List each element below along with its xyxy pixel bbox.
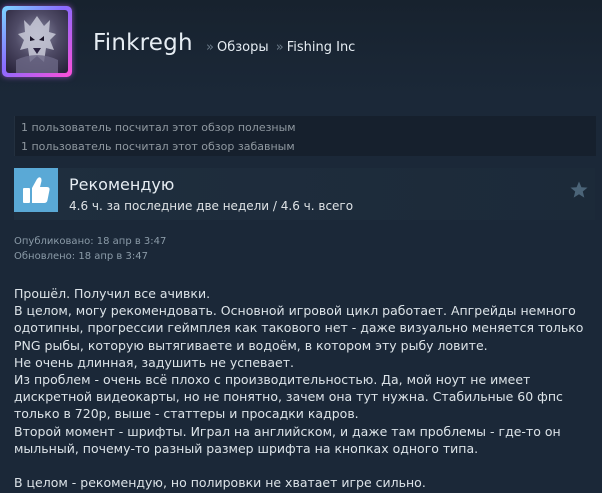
- review-paragraph: В целом, могу рекомендовать. Основной иг…: [14, 303, 584, 353]
- helpful-count-text: 1 пользователь посчитал этот обзор полез…: [21, 121, 296, 134]
- breadcrumb-separator: »: [206, 40, 214, 55]
- review-paragraph: Прошёл. Получил все ачивки.: [14, 286, 211, 301]
- helpful-votes-box: 1 пользователь посчитал этот обзор полез…: [14, 116, 596, 156]
- recommendation-header: Рекомендую 4.6 ч. за последние две недел…: [14, 168, 595, 220]
- breadcrumb: » Обзоры » Fishing Inc: [203, 40, 355, 55]
- funny-count-text: 1 пользователь посчитал этот обзор забав…: [21, 140, 295, 153]
- published-date: Опубликовано: 18 апр в 3:47: [14, 236, 167, 247]
- breadcrumb-game-link[interactable]: Fishing Inc: [287, 40, 356, 55]
- review-paragraph: Второй момент - шрифты. Играл на английс…: [14, 423, 561, 456]
- recommendation-title: Рекомендую: [69, 175, 175, 194]
- playtime-text: 4.6 ч. за последние две недели / 4.6 ч. …: [69, 199, 354, 213]
- star-icon[interactable]: [569, 180, 589, 200]
- updated-date: Обновлено: 18 апр в 3:47: [14, 251, 148, 262]
- review-blank-line: [14, 457, 594, 474]
- avatar[interactable]: [6, 10, 68, 73]
- profile-header: Finkregh » Обзоры » Fishing Inc: [0, 0, 602, 96]
- review-paragraph: Из проблем - очень всё плохо с производи…: [14, 372, 563, 422]
- thumbs-up-icon: [14, 168, 58, 212]
- profile-username[interactable]: Finkregh: [93, 30, 193, 56]
- review-paragraph: В целом - рекомендую, но полировки не хв…: [14, 475, 426, 491]
- review-text: Прошёл. Получил все ачивки. В целом, мог…: [14, 285, 594, 491]
- review-paragraph: Не очень длинная, задушить не успевает.: [14, 354, 294, 370]
- breadcrumb-separator: »: [275, 40, 284, 55]
- dragon-avatar-icon: [16, 16, 58, 73]
- breadcrumb-reviews-link[interactable]: Обзоры: [217, 40, 269, 55]
- avatar-frame[interactable]: [2, 6, 72, 77]
